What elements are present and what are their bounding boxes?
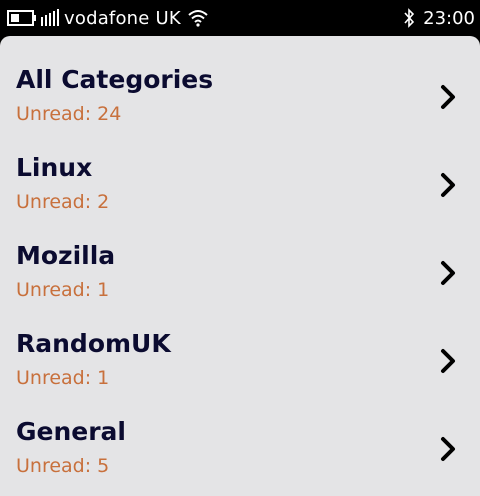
signal-icon	[40, 9, 60, 27]
unread-count: Unread: 1	[16, 367, 110, 389]
bluetooth-icon	[403, 8, 415, 28]
chevron-right-icon	[438, 83, 458, 113]
category-row-general[interactable]: General Unread: 5	[0, 388, 480, 477]
category-row-randomuk[interactable]: RandomUK Unread: 1	[0, 300, 480, 389]
status-bar: vodafone UK 23:00	[0, 0, 480, 36]
chevron-right-icon	[438, 171, 458, 201]
unread-count: Unread: 5	[16, 455, 110, 477]
chevron-right-icon	[438, 347, 458, 377]
chevron-right-icon	[438, 435, 458, 465]
unread-count: Unread: 1	[16, 279, 110, 301]
category-name: All Categories	[16, 65, 214, 94]
category-name: Linux	[16, 153, 93, 182]
category-name: Mozilla	[16, 241, 116, 270]
category-list: All Categories Unread: 24 Linux Unread: …	[0, 36, 480, 496]
clock: 23:00	[423, 7, 475, 29]
category-row-mozilla[interactable]: Mozilla Unread: 1	[0, 212, 480, 301]
unread-count: Unread: 24	[16, 103, 122, 125]
carrier-name: vodafone UK	[64, 7, 181, 29]
category-name: RandomUK	[16, 329, 171, 358]
category-row-linux[interactable]: Linux Unread: 2	[0, 124, 480, 213]
wifi-icon	[187, 9, 209, 27]
unread-count: Unread: 2	[16, 191, 110, 213]
battery-icon	[7, 10, 37, 26]
category-name: General	[16, 417, 126, 446]
category-row-all-categories[interactable]: All Categories Unread: 24	[0, 36, 480, 125]
chevron-right-icon	[438, 259, 458, 289]
